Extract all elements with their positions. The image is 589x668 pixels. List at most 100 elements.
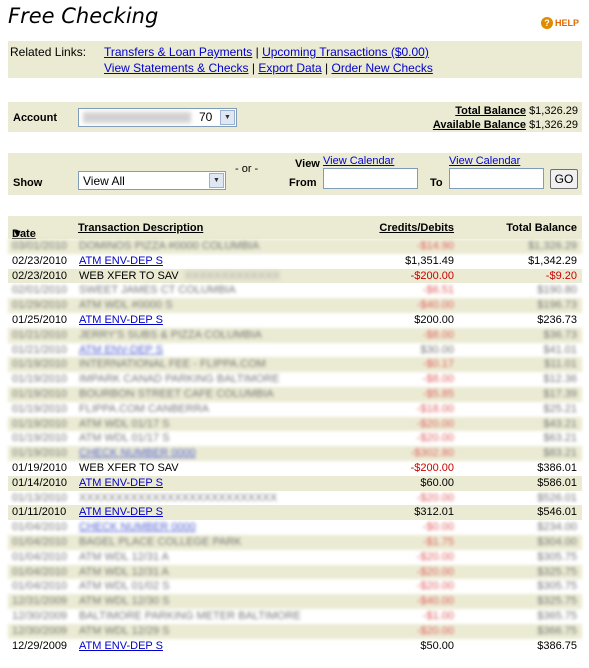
transaction-amount: -$200.00: [410, 461, 454, 474]
transaction-date: 01/19/2010: [12, 387, 68, 400]
transaction-description[interactable]: ATM ENV-DEP S: [79, 255, 163, 267]
transaction-running-balance: $365.75: [537, 609, 577, 622]
transaction-date: 01/04/2010: [12, 550, 68, 563]
transaction-amount: -$20.00: [416, 417, 454, 430]
transaction-date: 01/19/2010: [12, 461, 68, 474]
table-row: 02/01/2010 SWEET JAMES CT COLUMBIA -$6.51 $…: [8, 283, 582, 298]
help-circle-icon[interactable]: ?: [541, 17, 553, 29]
transaction-description: ATM WDL 12/30 S: [79, 595, 170, 608]
transaction-running-balance: $25.21: [543, 402, 577, 415]
table-row: 01/04/2010 CHECK NUMBER 0000 -$0.00 $234.00: [8, 520, 582, 535]
table-row: 01/19/2010 ATM WDL 01/17 S -$20.00 $63.21: [8, 431, 582, 446]
transaction-running-balance: $196.73: [537, 299, 577, 312]
go-button[interactable]: GO: [550, 169, 578, 189]
credits-debits-column-header[interactable]: Credits/Debits: [379, 222, 454, 234]
table-row: 01/25/2010 ATM ENV-DEP S $200.00 $236.73: [8, 313, 582, 328]
from-date-input[interactable]: [323, 168, 418, 189]
table-row: 01/19/2010 CHECK NUMBER 0000 -$302.80 $83.2…: [8, 446, 582, 461]
transaction-running-balance: $11.01: [544, 358, 577, 371]
transactions-table: 03/01/2010 DOMINOS PIZZA #0000 COLUMBIA -$…: [8, 239, 582, 653]
transaction-description[interactable]: CHECK NUMBER 0000: [79, 447, 196, 459]
transaction-date: 01/19/2010: [12, 447, 68, 460]
available-balance: Available Balance $1,326.29: [433, 119, 578, 131]
table-row: 01/04/2010 ATM WDL 01/02 S -$20.00 $305.75: [8, 579, 582, 594]
related-links-panel: Related Links: Transfers & Loan Payments…: [8, 41, 582, 78]
help-label[interactable]: HELP: [555, 18, 579, 28]
order-new-checks-link[interactable]: Order New Checks: [331, 61, 432, 75]
table-row: 01/04/2010 ATM WDL 12/31 A -$20.00 $305.75: [8, 550, 582, 565]
table-row: 02/23/2010 WEB XFER TO SAV XXXXXXXXXXXXX -$…: [8, 268, 582, 284]
transaction-amount: $1,351.49: [405, 254, 454, 267]
transaction-running-balance: $586.01: [537, 476, 577, 489]
transaction-amount: -$20.00: [416, 550, 454, 563]
show-select[interactable]: View All ▼: [78, 171, 226, 190]
transaction-date: 01/19/2010: [12, 402, 68, 415]
export-data-link[interactable]: Export Data: [258, 61, 321, 75]
transaction-description: ATM WDL #0000 S: [79, 299, 173, 312]
transaction-date: 01/19/2010: [12, 417, 68, 430]
transaction-amount: -$40.00: [416, 299, 454, 312]
transaction-description: DOMINOS PIZZA #0000 COLUMBIA: [79, 240, 260, 252]
chevron-down-icon[interactable]: ▼: [209, 173, 224, 188]
transaction-running-balance: $1,326.29: [528, 240, 577, 252]
table-row: 01/19/2010 FLIPPA.COM CANBERRA -$18.00 $25.…: [8, 402, 582, 417]
transaction-running-balance: $366.75: [537, 624, 577, 637]
to-date-input[interactable]: [449, 168, 544, 189]
account-select[interactable]: 70 ▼: [78, 108, 237, 127]
related-links-row-1: Transfers & Loan Payments | Upcoming Tra…: [104, 45, 429, 59]
table-row: 12/31/2009 ATM WDL 12/30 S -$40.00 $325.75: [8, 594, 582, 609]
available-balance-value: $1,326.29: [529, 119, 578, 131]
account-panel: Account 70 ▼ Total Balance $1,326.29 Ava…: [8, 102, 582, 132]
available-balance-label[interactable]: Available Balance: [433, 119, 526, 131]
table-row: 01/14/2010 ATM ENV-DEP S $60.00 $586.01: [8, 475, 582, 491]
transaction-running-balance: $546.01: [537, 506, 577, 519]
table-row: 01/19/2010 BOURBON STREET CAFE COLUMBIA -$…: [8, 386, 582, 402]
to-view-calendar-link[interactable]: View Calendar: [449, 155, 520, 167]
total-balance: Total Balance $1,326.29: [455, 105, 578, 117]
transaction-description: INTERNATIONAL FEE - FLIPPA.COM: [79, 358, 266, 371]
transaction-description: WEB XFER TO SAV: [79, 461, 179, 474]
transaction-date: 01/25/2010: [12, 313, 68, 326]
transaction-description[interactable]: ATM ENV-DEP S: [79, 477, 163, 489]
from-view-calendar-link[interactable]: View Calendar: [323, 155, 394, 167]
transfers-loan-payments-link[interactable]: Transfers & Loan Payments: [104, 45, 252, 59]
table-row: 12/30/2009 ATM WDL 12/29 S -$20.00 $366.75: [8, 623, 582, 639]
transaction-amount: -$20.00: [416, 491, 454, 504]
table-row: 02/23/2010 ATM ENV-DEP S $1,351.49 $1,342.2…: [8, 254, 582, 269]
description-column-header[interactable]: Transaction Description: [78, 222, 203, 234]
table-row: 03/01/2010 DOMINOS PIZZA #0000 COLUMBIA -$…: [8, 239, 582, 254]
related-links-row-2: View Statements & Checks | Export Data |…: [104, 61, 433, 75]
view-label: View: [295, 158, 320, 170]
transaction-description[interactable]: ATM ENV-DEP S: [79, 640, 163, 652]
total-balance-column-header: Total Balance: [506, 222, 577, 234]
transaction-amount: -$1.00: [422, 609, 454, 622]
page-title: Free Checking: [8, 4, 159, 28]
view-statements-checks-link[interactable]: View Statements & Checks: [104, 61, 249, 75]
transaction-amount: -$14.90: [416, 240, 454, 252]
transaction-description[interactable]: ATM ENV-DEP S: [79, 344, 163, 356]
transaction-running-balance: $83.21: [543, 447, 577, 460]
total-balance-label[interactable]: Total Balance: [455, 105, 526, 117]
transaction-description: IMPARK CANAD PARKING BALTIMORE: [79, 373, 280, 386]
table-row: 01/04/2010 BAGEL PLACE COLLEGE PARK -$1.75…: [8, 534, 582, 550]
transaction-running-balance: $305.75: [537, 550, 577, 563]
transaction-amount: -$0.17: [422, 358, 454, 371]
transaction-description[interactable]: ATM ENV-DEP S: [79, 314, 163, 326]
transaction-description: ATM WDL 01/17 S: [79, 432, 170, 445]
transaction-description: WEB XFER TO SAV XXXXXXXXXXXXX: [79, 269, 281, 282]
transaction-running-balance: $325.75: [537, 565, 577, 578]
transaction-description: ATM WDL 01/17 S: [79, 417, 170, 430]
from-label: From: [289, 177, 317, 189]
transaction-description: ATM WDL 12/31 A: [79, 565, 169, 578]
transaction-date: 02/23/2010: [12, 254, 68, 267]
help-link[interactable]: ? HELP: [541, 17, 579, 29]
upcoming-transactions-link[interactable]: Upcoming Transactions ($0.00): [262, 45, 429, 59]
transaction-date: 02/01/2010: [12, 284, 68, 297]
transaction-description: ATM WDL 01/02 S: [79, 580, 170, 593]
chevron-down-icon[interactable]: ▼: [220, 110, 235, 125]
transaction-description[interactable]: CHECK NUMBER 0000: [79, 521, 196, 533]
table-row: 01/29/2010 ATM WDL #0000 S -$40.00 $196.73: [8, 298, 582, 313]
transaction-description[interactable]: ATM ENV-DEP S: [79, 506, 163, 518]
transaction-date: 03/01/2010: [12, 240, 68, 252]
transaction-running-balance: $234.00: [537, 521, 577, 534]
